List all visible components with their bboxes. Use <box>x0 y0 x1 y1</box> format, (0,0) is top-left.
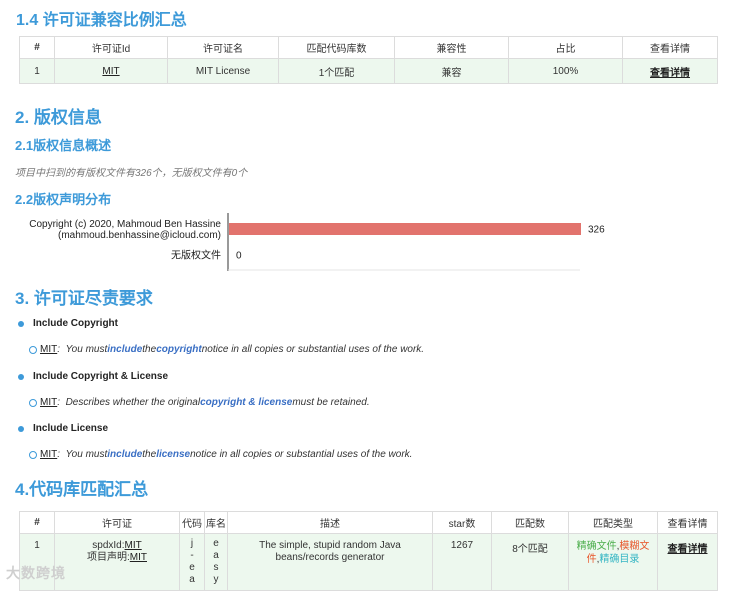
col-header: star数 <box>432 511 492 534</box>
col-header: 兼容性 <box>394 36 509 59</box>
keyword: copyright <box>156 344 202 355</box>
spdx-link[interactable]: MIT <box>125 540 142 551</box>
category-label: (mahmoud.benhassine@icloud.com) <box>58 230 221 241</box>
col-header: 库名 <box>204 511 228 534</box>
license-link[interactable]: MIT <box>40 397 57 408</box>
keyword: license <box>156 449 191 460</box>
keyword: include <box>107 344 143 355</box>
cell: 1个匹配 <box>278 58 395 84</box>
spdx-label: spdxId: <box>92 540 125 551</box>
col-header: 匹配类型 <box>568 511 658 534</box>
value-label: 326 <box>588 225 605 236</box>
obligation-item: Include License <box>18 423 108 434</box>
col-header: # <box>19 511 55 534</box>
code-cell: j-ea <box>186 538 198 586</box>
view-details-link[interactable]: 查看详情 <box>650 68 690 79</box>
license-link[interactable]: MIT <box>40 449 57 460</box>
section-3-title: 3. 许可证尽责要求 <box>15 289 153 308</box>
license-compat-table: # 许可证Id 许可证名 匹配代码库数 兼容性 占比 查看详情 1 MIT MI… <box>19 36 718 84</box>
section-2-2-title: 2.2版权声明分布 <box>15 192 112 207</box>
text: You must <box>65 449 108 460</box>
bullet-icon <box>18 373 24 380</box>
matches-cell: 8个匹配 <box>491 533 569 591</box>
view-details-link[interactable]: 查看详情 <box>668 544 708 555</box>
obligation-detail: MIT: You must include the license notice… <box>29 449 412 460</box>
text: must be retained. <box>292 397 370 408</box>
section-4-title: 4.代码库匹配汇总 <box>15 480 149 499</box>
obligation-item: Include Copyright <box>18 318 118 329</box>
keyword: copyright & license <box>200 397 293 408</box>
obligation-label: Include License <box>33 423 109 434</box>
obligation-label: Include Copyright & License <box>33 371 169 382</box>
circle-icon <box>29 398 37 407</box>
text: You must <box>65 344 108 355</box>
stars-cell: 1267 <box>432 533 492 591</box>
bar <box>229 223 581 235</box>
col-header: 查看详情 <box>622 36 718 59</box>
license-id-link[interactable]: MIT <box>102 66 119 77</box>
cell: MIT License <box>167 58 279 84</box>
copyright-bar-chart: Copyright (c) 2020, Mahmoud Ben Hassine(… <box>29 213 605 271</box>
obligation-detail: MIT: Describes whether the original copy… <box>29 397 370 408</box>
match-type-exact-file: 精确文件 <box>576 541 617 552</box>
lib-cell: easy <box>210 538 222 586</box>
col-header: 许可证Id <box>54 36 168 59</box>
text: the <box>142 449 157 460</box>
decl-link[interactable]: MIT <box>130 552 147 563</box>
license-link[interactable]: MIT <box>40 344 57 355</box>
decl-label: 项目声明: <box>87 552 130 563</box>
col-header: 描述 <box>227 511 433 534</box>
text: the <box>142 344 157 355</box>
col-header: 许可证 <box>54 511 180 534</box>
category-label: Copyright (c) 2020, Mahmoud Ben Hassine <box>29 219 221 230</box>
section-2-title: 2. 版权信息 <box>15 108 102 127</box>
desc-cell: The simple, stupid random Java beans/rec… <box>227 533 433 591</box>
watermark-logo: 大数跨境 <box>6 565 66 581</box>
text: notice in all copies or substantial uses… <box>201 344 425 355</box>
copyright-summary: 项目中扫到的有版权文件有326个，无版权文件有0个 <box>15 168 248 179</box>
section-1-4-title: 1.4 许可证兼容比例汇总 <box>16 12 187 29</box>
obligation-item: Include Copyright & License <box>18 371 168 382</box>
match-type-exact-dir: 精确目录 <box>599 554 640 565</box>
bullet-icon <box>18 425 24 432</box>
col-header: # <box>19 36 55 59</box>
col-header: 代码 <box>179 511 205 534</box>
value-label: 0 <box>236 251 242 262</box>
category-label: 无版权文件 <box>171 249 221 262</box>
cell: 兼容 <box>394 58 509 84</box>
col-header: 查看详情 <box>657 511 718 534</box>
cell: 1 <box>19 58 55 84</box>
cell: 100% <box>508 58 623 84</box>
repo-match-table: # 许可证 代码 库名 描述 star数 匹配数 匹配类型 查看详情 1 spd… <box>19 511 718 591</box>
col-header: 匹配数 <box>491 511 569 534</box>
text: notice in all copies or substantial uses… <box>190 449 413 460</box>
section-2-1-title: 2.1版权信息概述 <box>15 138 112 153</box>
text: Describes whether the original <box>65 397 201 408</box>
col-header: 许可证名 <box>167 36 279 59</box>
circle-icon <box>29 450 37 459</box>
table-row: 1 spdxId:MIT 项目声明:MIT j-ea easy The simp… <box>19 533 718 591</box>
col-header: 占比 <box>508 36 623 59</box>
obligation-label: Include Copyright <box>33 318 118 329</box>
table-row: 1 MIT MIT License 1个匹配 兼容 100% 查看详情 <box>19 58 718 84</box>
bullet-icon <box>18 320 24 327</box>
circle-icon <box>29 345 37 354</box>
col-header: 匹配代码库数 <box>278 36 395 59</box>
keyword: include <box>107 449 143 460</box>
obligation-detail: MIT: You must include the copyright noti… <box>29 344 424 355</box>
